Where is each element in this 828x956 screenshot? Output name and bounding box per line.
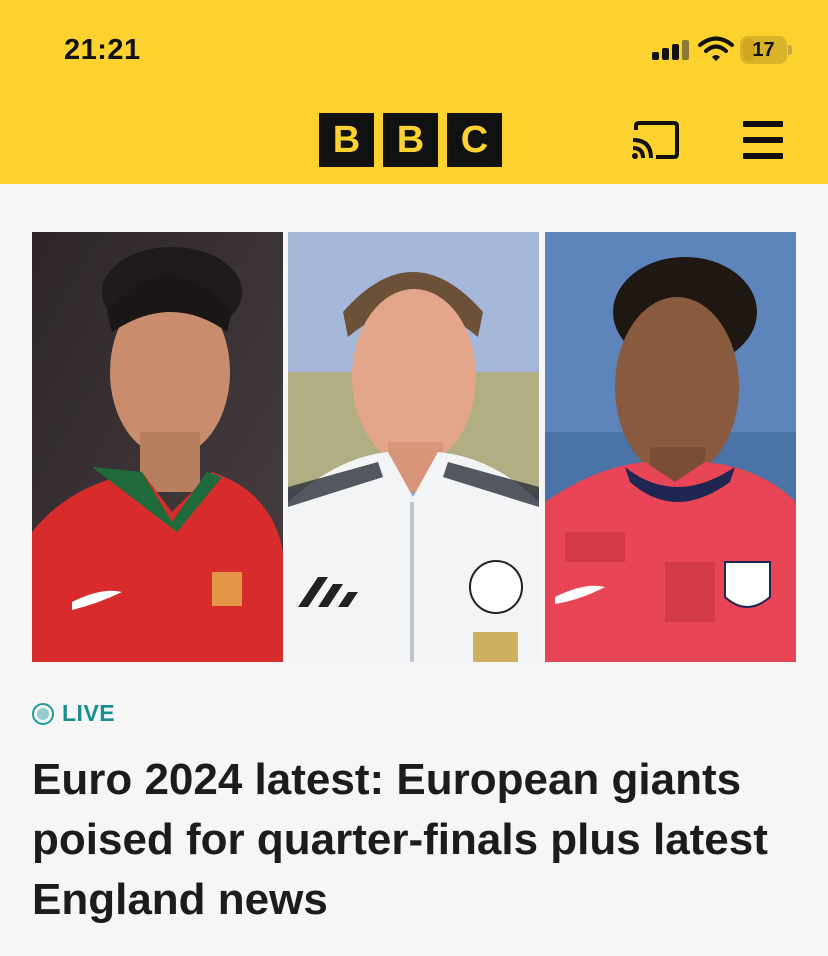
- germany-player-photo: [288, 232, 539, 662]
- logo-letter: B: [383, 113, 438, 167]
- cast-icon[interactable]: [630, 120, 680, 160]
- status-time: 21:21: [64, 34, 141, 66]
- top-bar: 21:21 17 B B C: [0, 0, 828, 184]
- battery-level: 17: [752, 39, 775, 61]
- bbc-logo[interactable]: B B C: [319, 113, 502, 167]
- hamburger-menu-icon[interactable]: [743, 121, 783, 159]
- live-label: LIVE: [62, 700, 116, 726]
- article-headline[interactable]: Euro 2024 latest: European giants poised…: [32, 750, 802, 930]
- live-badge: LIVE: [32, 700, 115, 727]
- logo-letter: C: [447, 113, 502, 167]
- battery-indicator: 17: [740, 36, 792, 64]
- cellular-signal-icon: [652, 40, 690, 60]
- logo-letter: B: [319, 113, 374, 167]
- live-indicator-icon: [32, 702, 54, 725]
- wifi-icon: [698, 36, 734, 61]
- england-player-photo: [545, 232, 796, 662]
- portugal-player-photo: [32, 232, 283, 662]
- hero-image[interactable]: [32, 232, 796, 662]
